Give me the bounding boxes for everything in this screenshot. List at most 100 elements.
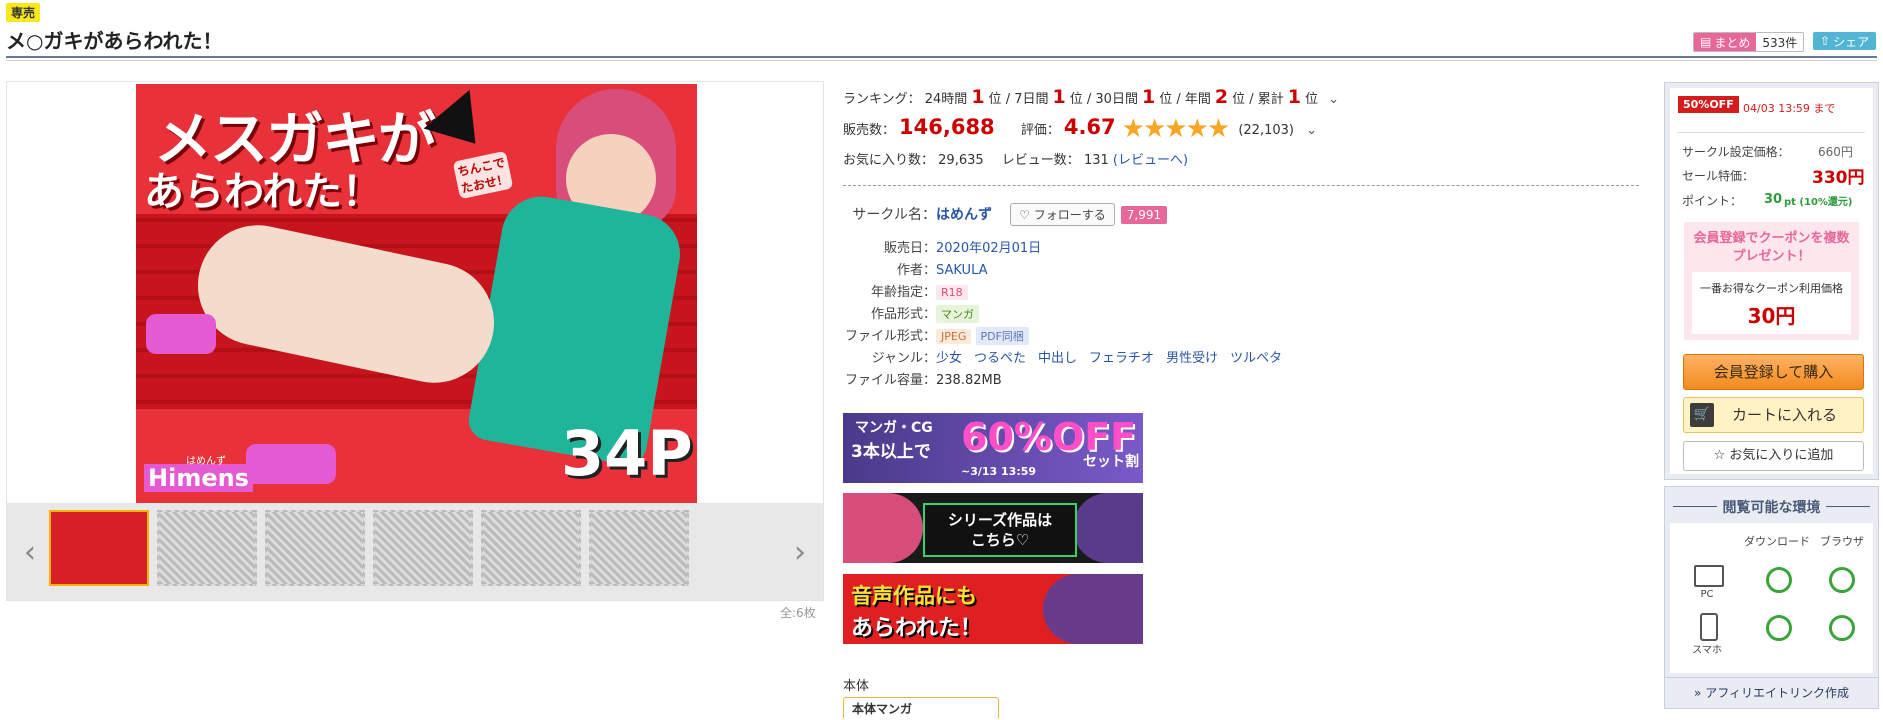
cover-logo-sub: はめんず [186,456,226,467]
add-favorite-button[interactable]: ☆ お気に入りに追加 [1683,441,1864,471]
point-label: ポイント： [1682,194,1743,208]
env-col-download: ダウンロード [1744,535,1810,548]
register-and-buy-button[interactable]: 会員登録して購入 [1683,354,1864,390]
thumbnail-6[interactable] [589,510,689,586]
age-tag[interactable]: R18 [936,285,968,300]
rank-value-7d: 1 [1052,86,1066,108]
genre-link[interactable]: 男性受け [1166,351,1218,366]
character-shoe-left [146,314,216,354]
coupon-price: 30円 [1747,304,1796,328]
genre-link[interactable]: フェラチオ [1089,351,1154,366]
main-product-image[interactable]: メスガキが あらわれた！ ちんこでたおせ！ 34P Himens はめんず [136,84,697,504]
age-label: 年齢指定： [870,285,936,300]
rating-value: 4.67 [1063,115,1116,139]
banner1-tail: セット割 [1083,454,1139,470]
env-col-browser: ブラウザ [1820,535,1864,548]
share-label: シェア [1833,34,1870,49]
coupon-panel[interactable]: 会員登録でクーポンを複数 プレゼント！ 一番お得なクーポン利用価格 30円 [1684,222,1859,340]
env-row-phone: スマホ [1692,645,1722,656]
exclusive-badge: 専売 [6,3,41,22]
rating-stars-icon: ★★★★★ [1121,114,1231,144]
rating-expand-chevron-icon[interactable]: ⌄ [1306,123,1317,138]
detail-row-author: 作者：SAKULA [843,259,988,278]
point-value: 30 [1764,192,1783,207]
release-date-link[interactable]: 2020年02月01日 [936,241,1041,256]
review-count-label: レビュー数： [1001,153,1080,168]
thumbnail-bar: ‹ › [7,503,823,600]
matome-label: まとめ [1714,35,1751,50]
banner-series[interactable]: シリーズ作品は こちら♡ [843,493,1143,563]
format-label: ファイル形式： [844,329,936,344]
pc-download-ok-icon [1766,567,1792,593]
format-tag-jpeg[interactable]: JPEG [936,329,972,344]
pc-icon [1694,565,1724,587]
thumbnail-2[interactable] [157,510,257,586]
detail-row-circle: サークル名：はめんず ♡ フォローする 7,991 [843,203,1168,226]
banner3-line2: あらわれた！ [851,616,982,641]
circle-price-value: 660円 [1818,145,1853,159]
genre-link[interactable]: ツルペタ [1230,351,1282,366]
thumbnail-1[interactable] [49,510,149,586]
thumb-next-arrow-icon[interactable]: › [789,538,811,568]
character-shoe-right [246,444,336,484]
rank-period-year: 年間 [1184,92,1211,107]
follow-count: 7,991 [1120,206,1168,224]
environment-title: 閲覧可能な環境 [1665,497,1878,517]
follow-button[interactable]: ♡ フォローする [1010,203,1115,226]
banner2-line2: こちら♡ [970,531,1030,549]
rating-label: 評価： [1020,123,1060,138]
point-row: ポイント： 30 pt (10%還元) [1682,192,1853,209]
review-link[interactable]: (レビューへ) [1113,153,1188,168]
favorite-label: お気に入りに追加 [1729,448,1834,463]
thumbnail-5[interactable] [481,510,581,586]
sale-price-row: セール特価： 330円 [1682,167,1865,188]
format-tag-pdf[interactable]: PDF同梱 [975,327,1029,345]
genre-link[interactable]: 中出し [1038,351,1077,366]
genre-link[interactable]: つるぺた [974,351,1026,366]
circle-name-link[interactable]: はめんず [936,207,992,223]
discount-until: 04/03 13:59 まで [1743,102,1836,115]
banner-set-sale[interactable]: マンガ・CG 3本以上で 60%OFF セット割 ~3/13 13:59 [843,413,1143,483]
page-title: メ○ガキがあらわれた！ [6,29,223,53]
ranking-expand-chevron-icon[interactable]: ⌄ [1328,92,1339,107]
author-label: 作者： [896,263,936,278]
purchase-panel-inner: 50%OFF 04/03 13:59 まで サークル設定価格： 660円 セール… [1670,88,1873,474]
rank-period-30d: 30日間 [1095,92,1138,107]
banner2-box: シリーズ作品は こちら♡ [923,503,1077,557]
cover-pages: 34P [561,417,693,490]
share-icon: ⇧ [1820,34,1831,48]
rank-unit: 位 [1232,92,1246,107]
genre-link[interactable]: 少女 [936,351,962,366]
banner-voice[interactable]: 音声作品にも あらわれた！ [843,574,1143,644]
banner2-char-left [843,493,923,563]
size-value: 238.82MB [936,373,1002,388]
circle-price-label: サークル設定価格： [1682,145,1790,159]
circle-label: サークル名： [852,207,936,223]
affiliate-link-button[interactable]: » アフィリエイトリンク作成 [1664,677,1879,709]
environment-table: ダウンロード ブラウザ PC スマホ [1670,523,1873,673]
rank-period-24h: 24時間 [924,92,968,107]
rank-value-30d: 1 [1141,86,1156,108]
matome-button[interactable]: ▤ まとめ 533件 [1693,32,1805,52]
share-button[interactable]: ⇧ シェア [1813,32,1877,50]
follow-label: フォローする [1033,208,1106,222]
environment-panel: 閲覧可能な環境 ダウンロード ブラウザ PC スマホ [1664,486,1879,678]
thumbnail-4[interactable] [373,510,473,586]
type-tag[interactable]: マンガ [936,305,979,323]
heart-icon: ♡ [1019,208,1030,222]
circle-price-row: サークル設定価格： 660円 [1682,143,1853,160]
phone-icon [1700,613,1718,641]
thumbnail-list [49,510,689,586]
env-row-pc: PC [1700,589,1714,600]
add-to-cart-button[interactable]: 🛒 カートに入れる [1683,397,1864,433]
point-unit: pt (10%還元) [1784,197,1853,208]
sales-value: 146,688 [899,115,995,139]
genre-label: ジャンル： [871,351,936,366]
discount-badge: 50%OFF [1678,96,1739,113]
matome-label-wrap: ▤ まとめ [1694,33,1757,51]
cover-title-line2: あらわれた！ [144,169,382,215]
author-link[interactable]: SAKULA [936,263,988,278]
thumb-prev-arrow-icon[interactable]: ‹ [19,538,41,568]
honpen-label: 本体 [843,679,870,694]
thumbnail-3[interactable] [265,510,365,586]
